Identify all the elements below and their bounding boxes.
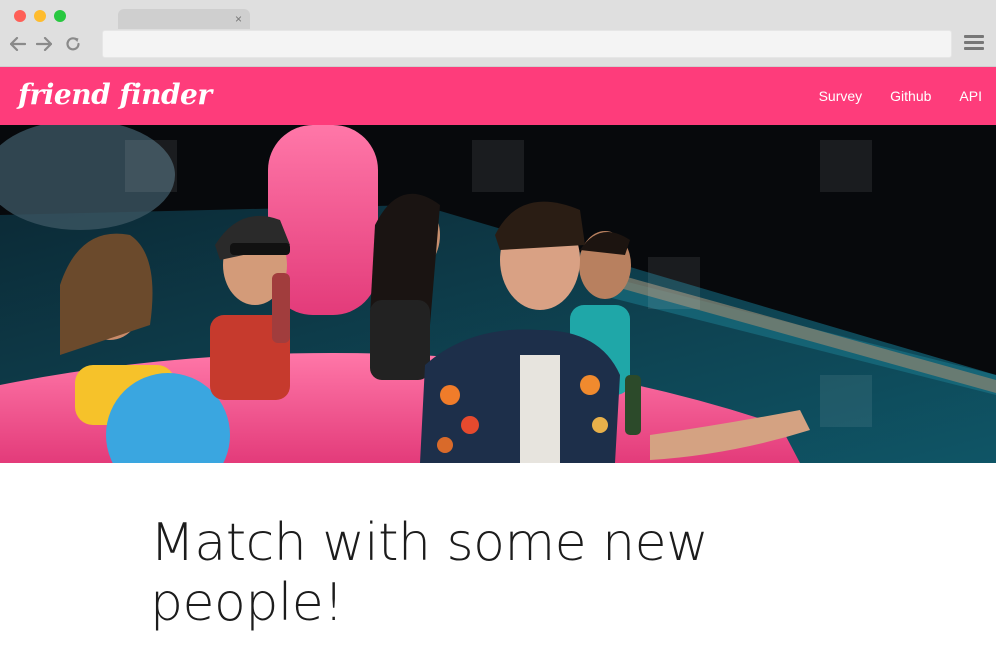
brand-logo[interactable]: friend finder <box>18 77 212 113</box>
close-window-button[interactable] <box>14 10 26 22</box>
reload-icon[interactable] <box>63 33 83 55</box>
site-navbar: friend finder Survey Github API <box>0 67 996 125</box>
nav-links: Survey Github API <box>791 67 982 125</box>
back-arrow-icon[interactable] <box>8 33 28 55</box>
address-bar[interactable] <box>102 30 952 58</box>
nav-link-survey[interactable]: Survey <box>819 88 863 104</box>
hero-photo-illustration <box>0 125 996 463</box>
maximize-window-button[interactable] <box>54 10 66 22</box>
tab-close-icon[interactable]: × <box>235 10 242 28</box>
browser-chrome: × <box>0 0 996 67</box>
hamburger-menu-icon[interactable] <box>964 35 984 53</box>
nav-link-github[interactable]: Github <box>890 88 931 104</box>
forward-arrow-icon[interactable] <box>34 33 54 55</box>
minimize-window-button[interactable] <box>34 10 46 22</box>
hero-image <box>0 125 996 463</box>
browser-tab[interactable]: × <box>118 9 250 29</box>
nav-link-api[interactable]: API <box>959 88 982 104</box>
page-headline: Match with some new people! <box>150 513 709 633</box>
